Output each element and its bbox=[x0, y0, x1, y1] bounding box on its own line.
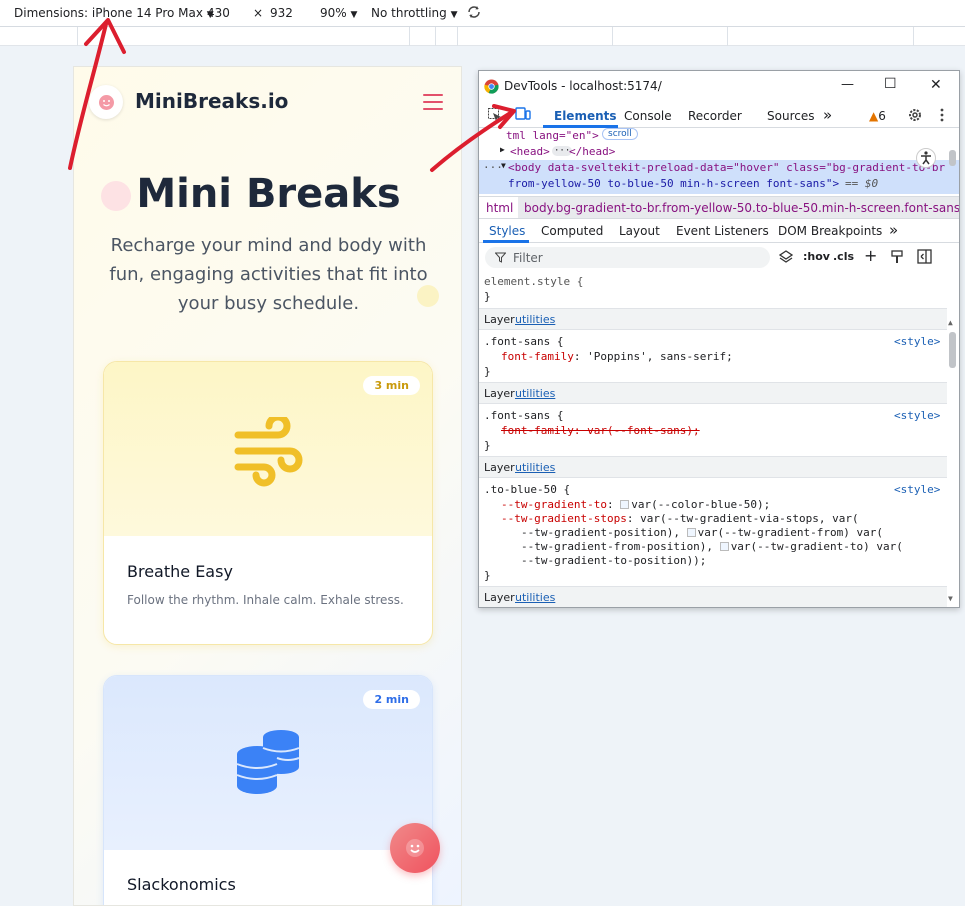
annotation-arrows bbox=[68, 18, 516, 172]
